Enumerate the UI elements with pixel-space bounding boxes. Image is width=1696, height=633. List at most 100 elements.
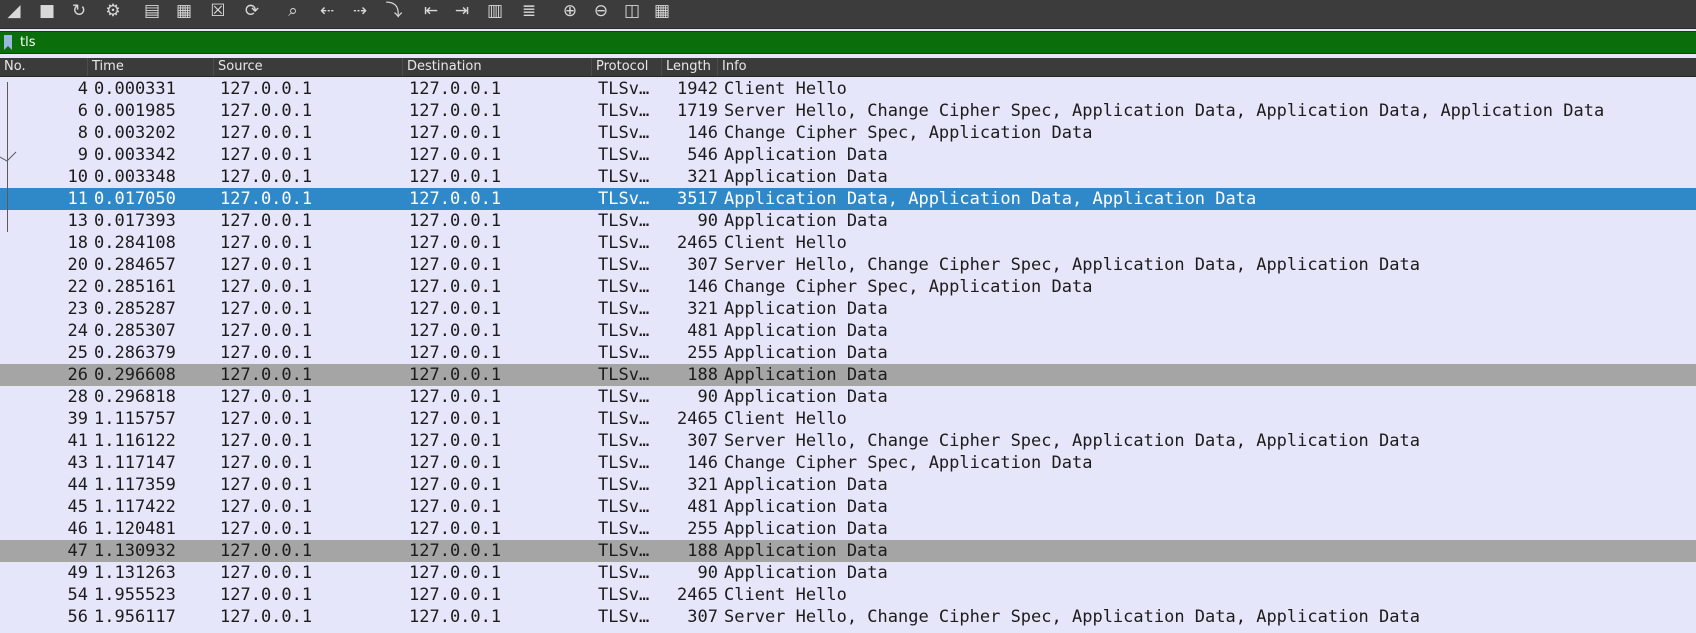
packet-destination-cell: 127.0.0.1: [409, 277, 502, 297]
packet-row[interactable]: 13 0.017393 127.0.0.1 127.0.0.1 TLSv… 90 Appli…: [0, 210, 1696, 232]
packet-destination-cell: 127.0.0.1: [409, 211, 502, 231]
go-forward-icon[interactable]: ⇢: [348, 0, 372, 22]
packet-length-cell: 321: [687, 475, 718, 495]
packet-length-cell: 3517: [677, 189, 718, 209]
packet-row[interactable]: 41 1.116122 127.0.0.1 127.0.0.1 TLSv… 307 Serv…: [0, 430, 1696, 452]
find-packet-icon[interactable]: ⌕: [281, 0, 305, 22]
packet-row[interactable]: 44 1.117359 127.0.0.1 127.0.0.1 TLSv… 321 Appl…: [0, 474, 1696, 496]
packet-no-cell: 44: [67, 475, 88, 495]
packet-destination-cell: 127.0.0.1: [409, 365, 502, 385]
packet-destination-cell: 127.0.0.1: [409, 387, 502, 407]
packet-length-cell: 146: [687, 453, 718, 473]
packet-no-cell: 45: [67, 497, 88, 517]
column-header-protocol[interactable]: Protocol: [592, 58, 662, 76]
packet-row[interactable]: 4 0.000331 127.0.0.1 127.0.0.1 TLSv… 1942 Clie…: [0, 78, 1696, 100]
restart-capture-icon[interactable]: ↻: [67, 0, 91, 22]
packet-protocol-cell: TLSv…: [598, 365, 650, 385]
packet-row[interactable]: 46 1.120481 127.0.0.1 127.0.0.1 TLSv… 255 Appl…: [0, 518, 1696, 540]
packet-row[interactable]: 54 1.955523 127.0.0.1 127.0.0.1 TLSv… 2465 Cli…: [0, 584, 1696, 606]
column-header-time[interactable]: Time: [88, 58, 214, 76]
packet-info-cell: Application Data: [724, 541, 888, 561]
packet-source-cell: 127.0.0.1: [220, 79, 313, 99]
packet-row[interactable]: 28 0.296818 127.0.0.1 127.0.0.1 TLSv… 90 Appli…: [0, 386, 1696, 408]
packet-time-cell: 0.003348: [94, 167, 176, 187]
open-file-icon[interactable]: ▤: [140, 0, 164, 22]
packet-row[interactable]: 56 1.956117 127.0.0.1 127.0.0.1 TLSv… 307 Serv…: [0, 606, 1696, 628]
resize-columns-icon[interactable]: ▦: [650, 0, 674, 22]
packet-source-cell: 127.0.0.1: [220, 255, 313, 275]
save-file-icon[interactable]: ▦: [172, 0, 196, 22]
packet-source-cell: 127.0.0.1: [220, 585, 313, 605]
zoom-in-icon[interactable]: ⊕: [558, 0, 582, 22]
packet-source-cell: 127.0.0.1: [220, 101, 313, 121]
packet-row[interactable]: 23 0.285287 127.0.0.1 127.0.0.1 TLSv… 321 Appl…: [0, 298, 1696, 320]
go-first-packet-icon[interactable]: ⇤: [419, 0, 443, 22]
autoscroll-icon[interactable]: ▥: [483, 0, 507, 22]
packet-destination-cell: 127.0.0.1: [409, 431, 502, 451]
column-header-info[interactable]: Info: [718, 58, 1696, 76]
packet-row[interactable]: 45 1.117422 127.0.0.1 127.0.0.1 TLSv… 481 Appl…: [0, 496, 1696, 518]
packet-row[interactable]: 9 0.003342 127.0.0.1 127.0.0.1 TLSv… 546 Appli…: [0, 144, 1696, 166]
display-filter-input[interactable]: [16, 33, 1696, 52]
packet-no-cell: 43: [67, 453, 88, 473]
packet-time-cell: 1.956117: [94, 607, 176, 627]
zoom-out-icon[interactable]: ⊖: [589, 0, 613, 22]
packet-length-cell: 90: [697, 387, 718, 407]
packet-length-cell: 90: [697, 211, 718, 231]
packet-row[interactable]: 25 0.286379 127.0.0.1 127.0.0.1 TLSv… 255 Appl…: [0, 342, 1696, 364]
packet-protocol-cell: TLSv…: [598, 585, 650, 605]
colorize-icon[interactable]: ≣: [517, 0, 541, 22]
packet-time-cell: 1.130932: [94, 541, 176, 561]
packet-destination-cell: 127.0.0.1: [409, 123, 502, 143]
column-header-length[interactable]: Length: [662, 58, 718, 76]
packet-info-cell: Change Cipher Spec, Application Data: [724, 453, 1093, 473]
go-last-packet-icon[interactable]: ⇥: [450, 0, 474, 22]
go-back-icon[interactable]: ⇠: [315, 0, 339, 22]
packet-no-cell: 23: [67, 299, 88, 319]
filter-bookmark-icon[interactable]: [3, 35, 13, 50]
packet-protocol-cell: TLSv…: [598, 255, 650, 275]
packet-row[interactable]: 24 0.285307 127.0.0.1 127.0.0.1 TLSv… 481 Appl…: [0, 320, 1696, 342]
packet-protocol-cell: TLSv…: [598, 431, 650, 451]
stop-capture-icon[interactable]: ■: [35, 0, 59, 22]
packet-row[interactable]: 6 0.001985 127.0.0.1 127.0.0.1 TLSv… 1719 Serv…: [0, 100, 1696, 122]
packet-protocol-cell: TLSv…: [598, 387, 650, 407]
packet-destination-cell: 127.0.0.1: [409, 145, 502, 165]
packet-no-cell: 4: [77, 79, 88, 99]
packet-row[interactable]: 47 1.130932 127.0.0.1 127.0.0.1 TLSv… 188 Appl…: [0, 540, 1696, 562]
packet-row-selected[interactable]: 11 0.017050 127.0.0.1 127.0.0.1 TLSv… 3517 App…: [0, 188, 1696, 210]
close-file-icon[interactable]: ☒: [206, 0, 230, 22]
capture-options-icon[interactable]: ⚙: [101, 0, 125, 22]
reload-file-icon[interactable]: ⟳: [240, 0, 264, 22]
packet-source-cell: 127.0.0.1: [220, 145, 313, 165]
packet-row[interactable]: 26 0.296608 127.0.0.1 127.0.0.1 TLSv… 188 Appl…: [0, 364, 1696, 386]
packet-time-cell: 1.117422: [94, 497, 176, 517]
go-to-packet-icon[interactable]: ⤵: [382, 0, 406, 22]
packet-destination-cell: 127.0.0.1: [409, 607, 502, 627]
column-header-destination[interactable]: Destination: [403, 58, 592, 76]
packet-row[interactable]: 8 0.003202 127.0.0.1 127.0.0.1 TLSv… 146 Chang…: [0, 122, 1696, 144]
packet-row[interactable]: 20 0.284657 127.0.0.1 127.0.0.1 TLSv… 307 Serv…: [0, 254, 1696, 276]
packet-info-cell: Application Data: [724, 211, 888, 231]
packet-source-cell: 127.0.0.1: [220, 387, 313, 407]
start-capture-icon[interactable]: ◢: [2, 0, 26, 22]
packet-row[interactable]: 10 0.003348 127.0.0.1 127.0.0.1 TLSv… 321 Appl…: [0, 166, 1696, 188]
packet-row[interactable]: 18 0.284108 127.0.0.1 127.0.0.1 TLSv… 2465 Cli…: [0, 232, 1696, 254]
packet-destination-cell: 127.0.0.1: [409, 585, 502, 605]
packet-row[interactable]: 43 1.117147 127.0.0.1 127.0.0.1 TLSv… 146 Chan…: [0, 452, 1696, 474]
packet-protocol-cell: TLSv…: [598, 145, 650, 165]
column-header-source[interactable]: Source: [214, 58, 403, 76]
packet-row[interactable]: 22 0.285161 127.0.0.1 127.0.0.1 TLSv… 146 Chan…: [0, 276, 1696, 298]
column-header-no[interactable]: No.: [0, 58, 88, 76]
packet-destination-cell: 127.0.0.1: [409, 409, 502, 429]
packet-length-cell: 2465: [677, 585, 718, 605]
packet-row[interactable]: 39 1.115757 127.0.0.1 127.0.0.1 TLSv… 2465 Cli…: [0, 408, 1696, 430]
packet-no-cell: 47: [67, 541, 88, 561]
packet-source-cell: 127.0.0.1: [220, 519, 313, 539]
normal-size-icon[interactable]: ◫: [620, 0, 644, 22]
packet-info-cell: Application Data: [724, 299, 888, 319]
packet-no-cell: 18: [67, 233, 88, 253]
packet-row[interactable]: 49 1.131263 127.0.0.1 127.0.0.1 TLSv… 90 Appli…: [0, 562, 1696, 584]
packet-time-cell: 0.003202: [94, 123, 176, 143]
packet-info-cell: Application Data: [724, 475, 888, 495]
